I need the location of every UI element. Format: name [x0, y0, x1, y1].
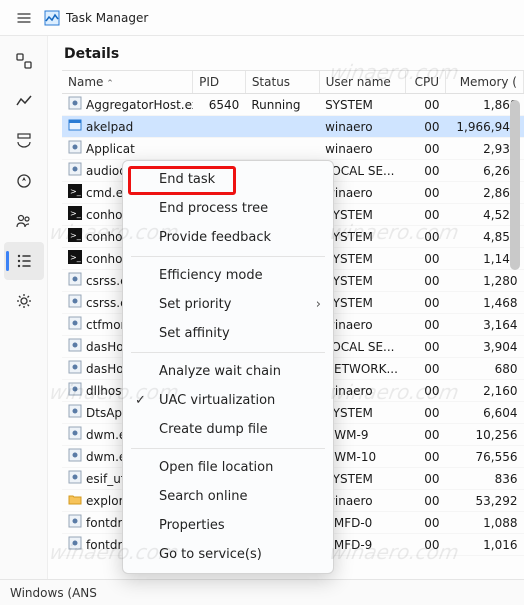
- cell-cpu: 00: [405, 116, 445, 138]
- process-icon: [68, 338, 82, 355]
- nav-details[interactable]: [4, 242, 44, 280]
- nav-services[interactable]: [4, 282, 44, 320]
- process-icon: [68, 294, 82, 311]
- svg-text:>_: >_: [70, 253, 82, 262]
- ctx-analyze-wait-chain[interactable]: Analyze wait chain: [123, 357, 333, 386]
- table-row[interactable]: akelpadwinaero001,966,948: [62, 116, 524, 138]
- cell-cpu: 00: [405, 424, 445, 446]
- context-menu: End task End process tree Provide feedba…: [122, 160, 334, 574]
- svg-text:>_: >_: [70, 187, 82, 196]
- cell-cpu: 00: [405, 160, 445, 182]
- col-memory[interactable]: Memory (: [445, 71, 523, 94]
- process-icon: [68, 162, 82, 179]
- cell-cpu: 00: [405, 270, 445, 292]
- cell-cpu: 00: [405, 226, 445, 248]
- ctx-set-affinity[interactable]: Set affinity: [123, 319, 333, 348]
- hamburger-button[interactable]: [8, 10, 40, 26]
- process-icon: >_: [68, 206, 82, 223]
- cell-cpu: 00: [405, 468, 445, 490]
- ctx-go-to-services[interactable]: Go to service(s): [123, 540, 333, 569]
- cell-cpu: 00: [405, 358, 445, 380]
- sidebar: [0, 36, 48, 579]
- process-name: AggregatorHost.exe: [86, 98, 193, 112]
- chevron-right-icon: ›: [316, 297, 321, 312]
- cell-cpu: 00: [405, 314, 445, 336]
- ctx-end-task[interactable]: End task: [123, 165, 333, 194]
- cell-cpu: 00: [405, 138, 445, 160]
- cell-pid: [193, 138, 246, 160]
- cell-cpu: 00: [405, 336, 445, 358]
- svg-text:>_: >_: [70, 231, 82, 240]
- col-user[interactable]: User name: [319, 71, 405, 94]
- ctx-open-file-location[interactable]: Open file location: [123, 453, 333, 482]
- cell-cpu: 00: [405, 248, 445, 270]
- ctx-uac-virtualization[interactable]: UAC virtualization: [123, 386, 333, 415]
- nav-app-history[interactable]: [4, 122, 44, 160]
- process-icon: [68, 382, 82, 399]
- cell-cpu: 00: [405, 534, 445, 556]
- col-name[interactable]: Name: [62, 71, 193, 94]
- col-cpu[interactable]: CPU: [405, 71, 445, 94]
- process-icon: >_: [68, 250, 82, 267]
- status-bar: Windows (ANS: [0, 579, 524, 605]
- process-icon: [68, 426, 82, 443]
- ctx-set-priority[interactable]: Set priority›: [123, 290, 333, 319]
- nav-performance[interactable]: [4, 82, 44, 120]
- col-pid[interactable]: PID: [193, 71, 246, 94]
- ctx-properties[interactable]: Properties: [123, 511, 333, 540]
- process-icon: [68, 448, 82, 465]
- process-icon: [68, 536, 82, 553]
- cell-cpu: 00: [405, 182, 445, 204]
- cell-cpu: 00: [405, 292, 445, 314]
- app-title: Task Manager: [66, 11, 148, 25]
- nav-users[interactable]: [4, 202, 44, 240]
- svg-text:>_: >_: [70, 209, 82, 218]
- col-status[interactable]: Status: [245, 71, 319, 94]
- vertical-scrollbar[interactable]: [510, 100, 522, 549]
- process-icon: [68, 140, 82, 157]
- cell-pid: [193, 116, 246, 138]
- title-bar: Task Manager: [0, 0, 524, 36]
- ctx-search-online[interactable]: Search online: [123, 482, 333, 511]
- process-icon: [68, 470, 82, 487]
- process-name: akelpad: [86, 120, 133, 134]
- cell-cpu: 00: [405, 402, 445, 424]
- statusbar-text: Windows (ANS: [10, 586, 97, 600]
- process-icon: [68, 272, 82, 289]
- cell-cpu: 00: [405, 490, 445, 512]
- cell-cpu: 00: [405, 94, 445, 116]
- app-icon: [44, 10, 60, 26]
- process-icon: [68, 96, 82, 113]
- cell-cpu: 00: [405, 446, 445, 468]
- cell-cpu: 00: [405, 512, 445, 534]
- cell-pid: 6540: [193, 94, 246, 116]
- cell-user: winaero: [319, 116, 405, 138]
- ctx-end-process-tree[interactable]: End process tree: [123, 194, 333, 223]
- process-icon: [68, 316, 82, 333]
- process-icon: >_: [68, 228, 82, 245]
- process-icon: [68, 492, 82, 509]
- ctx-provide-feedback[interactable]: Provide feedback: [123, 223, 333, 252]
- cell-status: Running: [245, 94, 319, 116]
- process-icon: [68, 404, 82, 421]
- process-icon: [68, 360, 82, 377]
- cell-status: [245, 138, 319, 160]
- section-title: Details: [62, 42, 524, 70]
- cell-cpu: 00: [405, 204, 445, 226]
- ctx-create-dump-file[interactable]: Create dump file: [123, 415, 333, 444]
- cell-user: winaero: [319, 138, 405, 160]
- cell-cpu: 00: [405, 380, 445, 402]
- cell-user: SYSTEM: [319, 94, 405, 116]
- table-row[interactable]: Applicatwinaero002,936: [62, 138, 524, 160]
- cell-status: [245, 116, 319, 138]
- nav-processes[interactable]: [4, 42, 44, 80]
- process-icon: >_: [68, 184, 82, 201]
- nav-startup-apps[interactable]: [4, 162, 44, 200]
- table-row[interactable]: AggregatorHost.exe6540RunningSYSTEM001,8…: [62, 94, 524, 116]
- process-name: Applicat: [86, 142, 135, 156]
- process-icon: [68, 514, 82, 531]
- ctx-efficiency-mode[interactable]: Efficiency mode: [123, 261, 333, 290]
- process-icon: [68, 118, 82, 135]
